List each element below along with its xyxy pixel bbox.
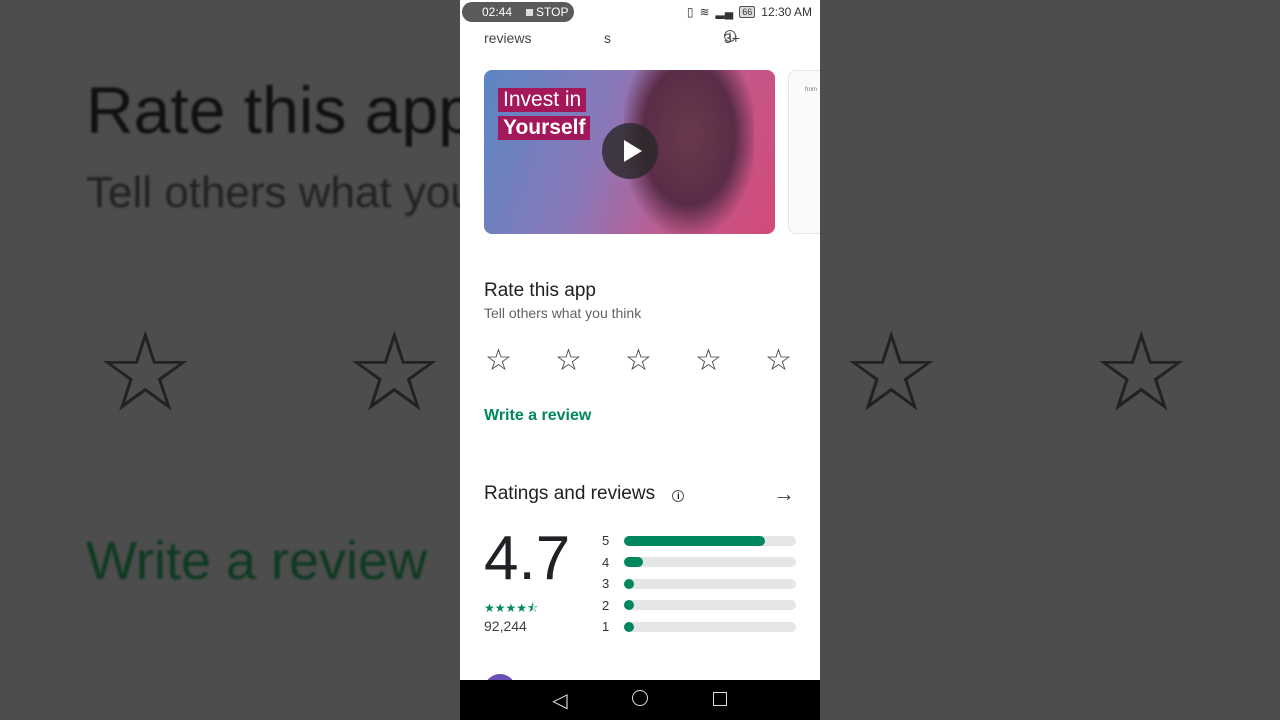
star-2-icon[interactable]: ☆ [555, 346, 582, 376]
rating-bar-label: 1 [602, 619, 610, 635]
rating-bar-track [624, 600, 796, 611]
average-rating: 4.7 [484, 524, 571, 593]
size-label: s [604, 30, 611, 46]
rating-bar-fill [624, 621, 634, 632]
star-5-icon[interactable]: ☆ [765, 346, 792, 376]
rating-bar-row: 1 [602, 616, 798, 638]
info-icon[interactable]: i [672, 490, 685, 502]
rating-bar-label: 5 [602, 533, 610, 549]
write-review-link[interactable]: Write a review [484, 407, 591, 425]
play-icon[interactable] [602, 123, 658, 179]
video-caption-line2: Yourself [498, 116, 591, 140]
rating-bar-track [624, 557, 796, 568]
rating-bar-track [624, 578, 796, 589]
video-caption-line1: Invest in [498, 88, 587, 112]
star-4-icon[interactable]: ☆ [695, 346, 722, 376]
info-icon[interactable]: i [724, 30, 736, 42]
background-star-icon: ☆ [96, 311, 195, 434]
navigation-bar: ◁ [460, 680, 820, 720]
rating-bar-row: 5 [602, 530, 798, 552]
background-star-icon: ☆ [345, 311, 444, 434]
rating-distribution: 5 4 3 2 1 [602, 530, 798, 638]
rate-app-subtitle: Tell others what you think [484, 305, 642, 321]
stop-icon [526, 9, 534, 16]
home-icon[interactable] [628, 689, 652, 712]
promo-video[interactable]: Invest in Yourself [484, 70, 775, 234]
wifi-icon: ≋ [699, 5, 710, 19]
stop-button[interactable]: STOP [526, 5, 569, 19]
screen-recorder-pill[interactable]: 02:44 STOP [462, 2, 574, 22]
recording-time: 02:44 [482, 5, 513, 19]
clock: 12:30 AM [761, 5, 812, 19]
ratings-title: Ratings and reviews i [484, 483, 685, 505]
rating-bar-row: 4 [602, 552, 798, 574]
rating-bar-label: 2 [602, 597, 610, 613]
star-3-icon[interactable]: ☆ [625, 346, 652, 376]
rating-count: 92,244 [484, 618, 527, 634]
back-icon[interactable]: ◁ [548, 688, 572, 713]
status-bar: 02:44 STOP ▯ ≋ ▂▄ 66 12:30 AM [460, 0, 820, 24]
screenshot-thumbnail[interactable]: from [788, 70, 820, 234]
vibrate-icon: ▯ [686, 5, 694, 19]
rating-bar-label: 3 [602, 576, 610, 592]
rating-bar-fill [624, 557, 643, 568]
signal-icon: ▂▄ [715, 5, 734, 19]
arrow-right-icon[interactable]: → [773, 481, 795, 507]
background-star-icon: ☆ [1092, 311, 1191, 434]
recents-icon[interactable] [708, 689, 732, 712]
background-blur-write-review: Write a review [86, 531, 428, 591]
rate-app-title: Rate this app [484, 280, 596, 301]
reviews-label: reviews [484, 30, 532, 46]
rating-bar-fill [624, 600, 634, 611]
phone-screen: 02:44 STOP ▯ ≋ ▂▄ 66 12:30 AM reviews s … [460, 0, 820, 720]
battery-icon: 66 [739, 6, 756, 18]
rating-bar-row: 3 [602, 573, 798, 595]
rating-stars-icon: ★★★★⯪ [484, 601, 539, 615]
rating-bar-fill [624, 578, 634, 589]
rating-bar-track [624, 621, 796, 632]
star-1-icon[interactable]: ☆ [485, 346, 512, 376]
background-star-icon: ☆ [842, 311, 941, 434]
rating-bar-row: 2 [602, 595, 798, 617]
rating-bar-fill [624, 535, 766, 546]
rating-bar-label: 4 [602, 554, 610, 570]
background-blur-title: Rate this app [86, 73, 475, 147]
rating-bar-track [624, 535, 796, 546]
